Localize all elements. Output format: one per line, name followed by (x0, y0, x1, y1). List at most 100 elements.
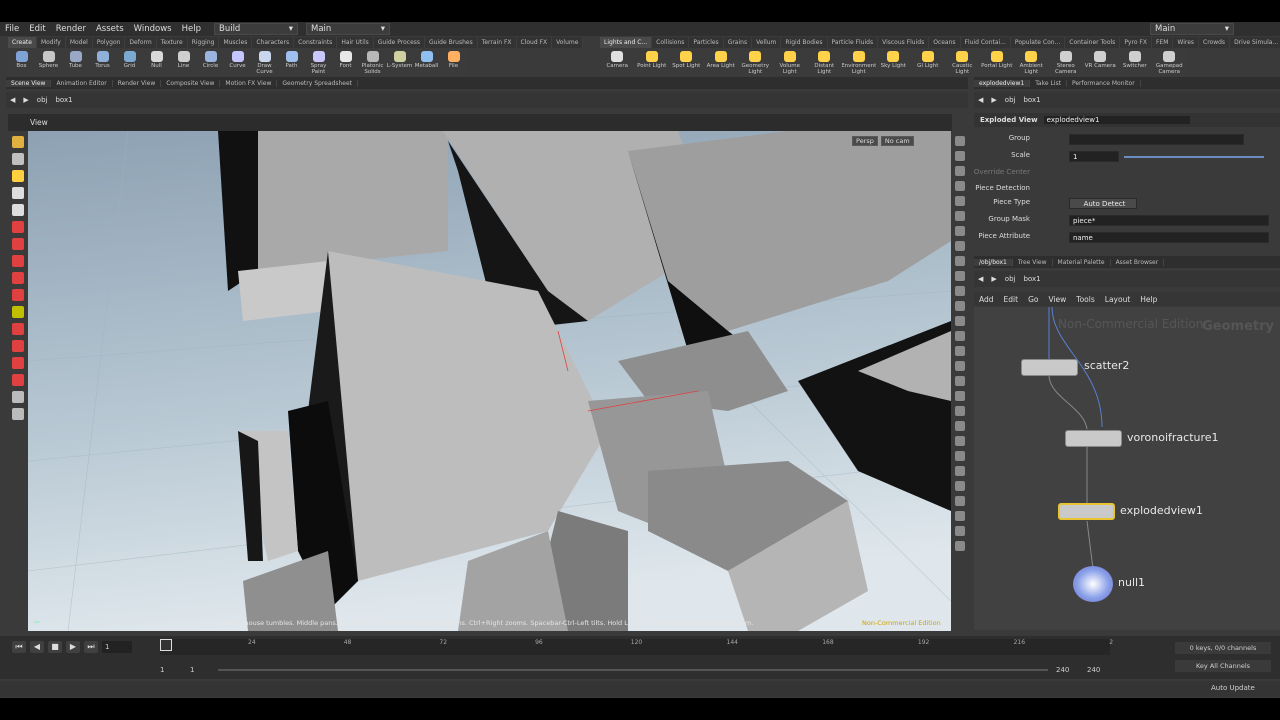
shelf-tool[interactable]: Camera (600, 49, 635, 76)
pane-tab[interactable]: Render View (113, 79, 162, 87)
auto-update-menu[interactable]: Auto Update (1211, 684, 1255, 692)
viewport-tool-icon[interactable] (12, 306, 24, 318)
shelf-tool[interactable]: Tube (62, 49, 89, 76)
menu-file[interactable]: File (0, 24, 24, 34)
shelf-tool[interactable]: Spray Paint (305, 49, 332, 76)
shelf-tool[interactable]: GI Light (911, 49, 946, 76)
shelf-tab[interactable]: Drive Simula... (1230, 37, 1280, 48)
shelf-tool[interactable]: Font (332, 49, 359, 76)
shelf-tab[interactable]: Collisions (652, 37, 690, 48)
desktop-main-dropdown[interactable]: Main ▾ (305, 23, 390, 35)
stop-icon[interactable]: ■ (48, 641, 62, 653)
display-option-icon[interactable] (955, 346, 965, 356)
display-option-icon[interactable] (955, 496, 965, 506)
forward-icon[interactable]: ▶ (991, 275, 996, 283)
pane-tab[interactable]: Take List (1030, 79, 1067, 87)
shelf-tool[interactable]: Null (143, 49, 170, 76)
path-obj[interactable]: obj (37, 96, 48, 104)
jump-end-icon[interactable]: ⏭ (84, 641, 98, 653)
shelf-tab[interactable]: Container Tools (1065, 37, 1121, 48)
shelf-tab[interactable]: Cloud FX (517, 37, 553, 48)
scene-viewport[interactable]: ⌐ (28, 131, 951, 631)
shelf-tab[interactable]: Grains (724, 37, 753, 48)
network-menu-item[interactable]: Tools (1071, 295, 1099, 304)
path-node[interactable]: box1 (55, 96, 72, 104)
display-option-icon[interactable] (955, 136, 965, 146)
piece-attribute-field[interactable]: name (1069, 232, 1269, 243)
shelf-tool[interactable]: Gamepad Camera (1152, 49, 1187, 76)
time-slider-handle[interactable] (160, 639, 172, 651)
display-option-icon[interactable] (955, 421, 965, 431)
viewport-tool-icon[interactable] (12, 391, 24, 403)
shelf-tool[interactable]: L-System (386, 49, 413, 76)
back-icon[interactable]: ◀ (10, 96, 15, 104)
play-icon[interactable]: ▶ (66, 641, 80, 653)
pane-tab[interactable]: Composite View (161, 79, 221, 87)
menu-render[interactable]: Render (51, 24, 91, 34)
shelf-tool[interactable]: Draw Curve (251, 49, 278, 76)
viewport-tool-icon[interactable] (12, 340, 24, 352)
display-option-icon[interactable] (955, 511, 965, 521)
shelf-tool[interactable]: Sky Light (876, 49, 911, 76)
back-icon[interactable]: ◀ (978, 275, 983, 283)
display-option-icon[interactable] (955, 151, 965, 161)
display-option-icon[interactable] (955, 526, 965, 536)
key-all-channels-menu[interactable]: Key All Channels (1175, 660, 1271, 672)
shelf-tab[interactable]: Populate Con... (1011, 37, 1066, 48)
shelf-tab[interactable]: Rigging (188, 37, 220, 48)
back-icon[interactable]: ◀ (978, 96, 983, 104)
shelf-tab[interactable]: Wires (1173, 37, 1200, 48)
shelf-tool[interactable]: Platonic Solids (359, 49, 386, 76)
display-option-icon[interactable] (955, 271, 965, 281)
shelf-tab[interactable]: Lights and C... (600, 37, 653, 48)
shelf-tab[interactable]: Oceans (929, 37, 961, 48)
pane-tab[interactable]: Performance Monitor (1067, 79, 1141, 87)
pane-tab[interactable]: Tree View (1013, 258, 1053, 266)
shelf-tab[interactable]: Viscous Fluids (878, 37, 930, 48)
node-null1[interactable] (1073, 566, 1113, 602)
shelf-tab[interactable]: Crowds (1199, 37, 1231, 48)
shelf-tool[interactable]: Ambient Light (1014, 49, 1049, 76)
range-start[interactable]: 1 (160, 666, 164, 674)
shelf-tool[interactable]: Switcher (1118, 49, 1153, 76)
shelf-tool[interactable]: Caustic Light (945, 49, 980, 76)
shelf-tool[interactable]: Geometry Light (738, 49, 773, 76)
shelf-tool[interactable]: Grid (116, 49, 143, 76)
pane-tab[interactable]: Animation Editor (51, 79, 113, 87)
display-option-icon[interactable] (955, 466, 965, 476)
display-option-icon[interactable] (955, 211, 965, 221)
display-option-icon[interactable] (955, 406, 965, 416)
desktop-build-dropdown[interactable]: Build ▾ (213, 23, 298, 35)
network-menu-item[interactable]: View (1043, 295, 1071, 304)
viewport-tool-icon[interactable] (12, 272, 24, 284)
path-obj[interactable]: obj (1005, 275, 1016, 283)
shelf-tab[interactable]: Guide Brushes (425, 37, 478, 48)
shelf-tab[interactable]: Hair Utils (337, 37, 374, 48)
menu-edit[interactable]: Edit (24, 24, 50, 34)
shelf-tool[interactable]: Path (278, 49, 305, 76)
shelf-tab[interactable]: Characters (252, 37, 295, 48)
shelf-tab[interactable]: Polygon (93, 37, 126, 48)
shelf-tool[interactable]: Portal Light (980, 49, 1015, 76)
range-end-2[interactable]: 240 (1087, 666, 1100, 674)
shelf-tab[interactable]: Modify (37, 37, 66, 48)
shelf-tool[interactable]: Spot Light (669, 49, 704, 76)
shelf-tool[interactable]: Point Light (635, 49, 670, 76)
shelf-tab[interactable]: FEM (1152, 37, 1174, 48)
shelf-tab[interactable]: Terrain FX (478, 37, 517, 48)
shelf-tool[interactable]: Stereo Camera (1049, 49, 1084, 76)
forward-icon[interactable]: ▶ (23, 96, 28, 104)
node-name-field[interactable]: explodedview1 (1043, 116, 1190, 124)
shelf-tool[interactable]: File (440, 49, 467, 76)
shelf-tool[interactable]: Torus (89, 49, 116, 76)
pane-tab[interactable]: Geometry Spreadsheet (277, 79, 358, 87)
display-option-icon[interactable] (955, 256, 965, 266)
display-option-icon[interactable] (955, 316, 965, 326)
shelf-tab[interactable]: Vellum (752, 37, 782, 48)
shelf-tool[interactable]: Area Light (704, 49, 739, 76)
shelf-tool[interactable]: Line (170, 49, 197, 76)
viewport-tool-icon[interactable] (12, 323, 24, 335)
shelf-tab[interactable]: Particles (689, 37, 724, 48)
shelf-tab[interactable]: Particle Fluids (828, 37, 879, 48)
node-voronoifracture1[interactable] (1065, 430, 1122, 447)
